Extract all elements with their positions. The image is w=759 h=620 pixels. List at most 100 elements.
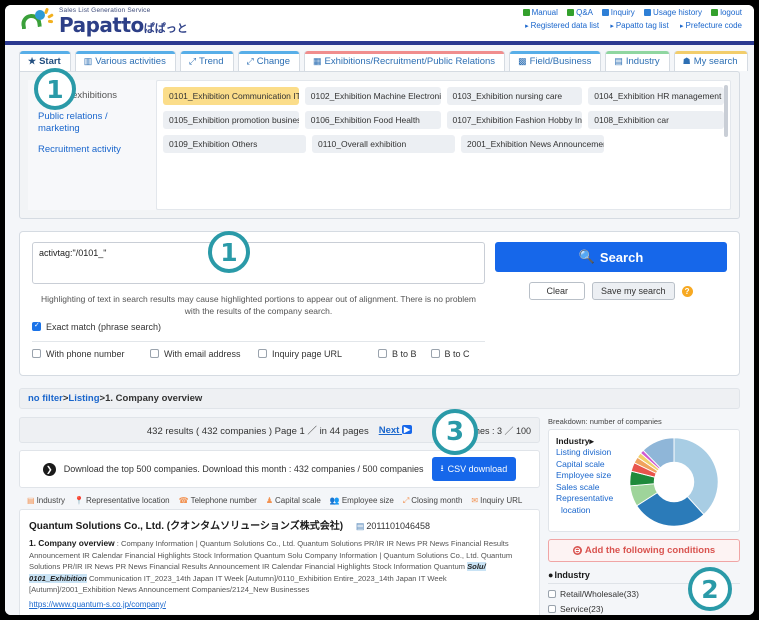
tab-various-activities[interactable]: ▥ Various activities (74, 51, 176, 71)
chart-icon: ⤢ (402, 496, 410, 505)
exhibition-cell-0103[interactable]: 0103_Exhibition nursing care (446, 87, 583, 105)
exhibition-cell-0102[interactable]: 0102_Exhibition Machine Electronic Envir… (304, 87, 441, 105)
checkbox-b-to-c[interactable]: B to C (430, 349, 470, 359)
annotation-badge-2: 2 (688, 567, 732, 611)
header-links: Manual Q&A Inquiry Usage history logout … (516, 8, 742, 30)
exhibition-cell-0101[interactable]: 0101_Exhibition Communication IT (163, 87, 299, 105)
checkbox-box (32, 321, 41, 332)
phone-icon: ☎ (178, 496, 189, 505)
exhibition-cell-0106[interactable]: 0106_Exhibition Food Health (304, 111, 441, 129)
exhibition-cell-2001[interactable]: 2001_Exhibition News Announcement Comp (461, 135, 604, 153)
legend-representative-location: 📍 Representative location (74, 496, 170, 505)
checkbox-with-phone-number[interactable]: With phone number (32, 349, 150, 359)
grid-icon: ▩ (518, 56, 527, 66)
company-name[interactable]: Quantum Solutions Co., Ltd. (クオンタムソリューショ… (29, 517, 530, 532)
tab-my-search[interactable]: ☗ My search (673, 51, 748, 71)
checkbox-box (258, 349, 267, 359)
checkbox-with-email-address[interactable]: With email address (150, 349, 258, 359)
breakdown-title: Breakdown: number of companies (548, 417, 662, 426)
divider (32, 340, 485, 342)
exhibition-cell-0109[interactable]: 0109_Exhibition Others (163, 135, 306, 153)
breadcrumb-no-filter[interactable]: no filter (28, 393, 63, 404)
breakdown-tab-representative-location-2[interactable]: location (556, 505, 613, 516)
tab-field-business[interactable]: ▩ Field/Business (509, 51, 602, 71)
header-link-registered-data-list[interactable]: ▸ Registered data list (525, 21, 599, 30)
checkbox-box (548, 605, 556, 613)
exhibition-row: 0109_Exhibition Others 0110_Overall exhi… (163, 135, 724, 153)
search-panel: activtag:"/0101_" Highlighting of text i… (19, 231, 740, 376)
tab-trend[interactable]: ⤢ Trend (179, 51, 234, 71)
exhibition-cell-0108[interactable]: 0108_Exhibition car (588, 111, 724, 129)
overview-label: 1. Company overview (29, 538, 115, 548)
checkbox-b-to-b[interactable]: B to B (378, 349, 417, 359)
clear-button[interactable]: Clear (529, 282, 585, 300)
pin-icon: 📍 (74, 496, 84, 505)
company-overview-text: 1. Company overview : Company Informatio… (29, 538, 513, 595)
app-logo[interactable]: Sales List Generation Service Papattoぱぱっ… (20, 7, 188, 35)
header-link-papatto-tag-list[interactable]: ▸ Papatto tag list (610, 21, 668, 30)
search-button[interactable]: 🔍 Search (495, 242, 727, 272)
sidebar-item-recruitment-activity[interactable]: Recruitment activity (38, 144, 152, 155)
mail-icon (601, 9, 609, 16)
breadcrumb-listing[interactable]: Listing (68, 393, 99, 404)
legend-capital-scale: ♟ Capital scale (265, 496, 321, 505)
logout-icon (711, 9, 719, 16)
exhibition-tag-grid: 0101_Exhibition Communication IT 0102_Ex… (156, 80, 731, 210)
checkbox-box (548, 590, 556, 598)
help-icon[interactable]: ? (681, 285, 693, 297)
breakdown-tab-capital-scale[interactable]: Capital scale (556, 459, 613, 470)
breakdown-tab-listing-division[interactable]: Listing division (556, 447, 613, 458)
checkbox-inquiry-page-url[interactable]: Inquiry page URL (258, 349, 378, 359)
next-page-button[interactable]: Next ▶ (379, 424, 413, 436)
sidebar-item-public-relations-marketing[interactable]: Public relations / marketing (38, 111, 152, 134)
search-input[interactable]: activtag:"/0101_" (32, 242, 485, 284)
tab-industry[interactable]: ▤ Industry (605, 51, 670, 71)
book-icon (522, 9, 530, 16)
exhibition-cell-0104[interactable]: 0104_Exhibition HR management (588, 87, 724, 105)
legend-inquiry-url: ✉ Inquiry URL (471, 496, 523, 505)
logo-name-jp: ぱぱっと (143, 23, 188, 35)
exhibition-row: 0105_Exhibition promotion business 0106_… (163, 111, 724, 129)
exact-match-checkbox[interactable]: Exact match (phrase search) (32, 321, 485, 332)
tab-change[interactable]: ⤢ Change (237, 51, 300, 71)
tab-start[interactable]: ★ Start (19, 51, 71, 71)
header-link-inquiry[interactable]: Inquiry (601, 8, 635, 17)
company-result-card[interactable]: Quantum Solutions Co., Ltd. (クオンタムソリューショ… (19, 509, 540, 615)
chevron-right-icon: ▶ (401, 424, 413, 434)
company-meta: ▤0401_Information and communication/Inte… (29, 613, 530, 615)
tab-exhibitions-recruitment-pr[interactable]: ▦ Exhibitions/Recruitment/Public Relation… (303, 51, 506, 71)
page-body: ★ Start ▥ Various activities ⤢ Trend ⤢ Chang… (5, 45, 754, 615)
donut-chart-svg (629, 436, 719, 527)
add-conditions-button[interactable]: ⊖ Add the following conditions (548, 539, 740, 562)
breakdown-tab-sales-scale[interactable]: Sales scale (556, 482, 613, 493)
exhibition-cell-0110[interactable]: 0110_Overall exhibition (312, 135, 455, 153)
search-icon: 🔍 (578, 249, 595, 264)
company-website-link[interactable]: https://www.quantum-s.co.jp/company/ (29, 600, 530, 609)
exhibition-grid-scrollbar[interactable] (724, 85, 728, 137)
mail-icon: ✉ (471, 496, 479, 505)
exhibition-cell-0107[interactable]: 0107_Exhibition Fashion Hobby Interior (446, 111, 583, 129)
chevron-right-icon: ❯ (42, 462, 56, 476)
save-my-search-button[interactable]: Save my search (591, 282, 675, 300)
header-link-prefecture-code[interactable]: ▸ Prefecture code (680, 21, 742, 30)
search-notice: Highlighting of text in search results m… (40, 294, 476, 317)
breakdown-tab-employee-size[interactable]: Employee size (556, 470, 613, 481)
header-link-qa[interactable]: Q&A (567, 8, 593, 17)
breakdown-tab-industry[interactable]: Industry▸ (556, 436, 613, 447)
history-icon (644, 9, 652, 16)
search-highlight: Solu (467, 562, 484, 572)
breakdown-tab-representative-location[interactable]: Representative (556, 493, 613, 504)
exhibition-row: 0101_Exhibition Communication IT 0102_Ex… (163, 87, 724, 105)
factory-icon: ▤ (27, 496, 35, 505)
csv-download-button[interactable]: ⭳ CSV download (431, 457, 517, 481)
header-link-manual[interactable]: Manual (522, 8, 558, 17)
person-icon: ☗ (682, 56, 691, 66)
header-link-usage-history[interactable]: Usage history (644, 8, 702, 17)
annotation-badge-1a: 1 (34, 68, 76, 110)
exhibition-cell-0105[interactable]: 0105_Exhibition promotion business (163, 111, 299, 129)
factory-icon: ▤ (614, 56, 623, 66)
results-area: 432 results ( 432 companies ) Page 1 ／ i… (19, 417, 740, 615)
checkbox-box (430, 349, 440, 359)
result-field-legend: ▤ Industry 📍 Representative location ☎ Tele… (27, 496, 540, 506)
header-link-logout[interactable]: logout (711, 8, 742, 17)
